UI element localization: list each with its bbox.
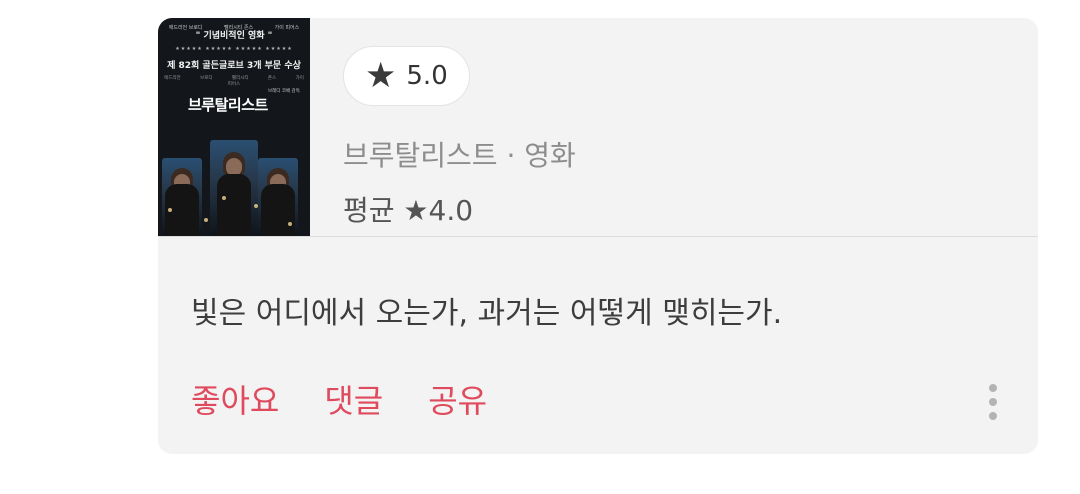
poster-figure-center	[210, 140, 258, 236]
movie-poster[interactable]: 애드리언 브로디 펠리시티 존스 가이 피어스 " 기념비적인 영화 " ★★★…	[158, 18, 310, 236]
poster-title: 브루탈리스트	[188, 96, 268, 114]
my-rating-badge[interactable]: ★ 5.0	[343, 46, 470, 106]
poster-figure-right	[258, 158, 298, 236]
like-button[interactable]: 좋아요	[191, 376, 279, 422]
share-button[interactable]: 공유	[428, 376, 487, 422]
poster-award: 제 82회 골든글로브 3개 부문 수상	[167, 61, 301, 71]
rating-value: 5.0	[406, 61, 448, 91]
poster-figure-left	[162, 158, 202, 236]
comment-button[interactable]: 댓글	[324, 376, 383, 422]
poster-tagline: " 기념비적인 영화 "	[195, 31, 273, 41]
star-icon: ★	[365, 55, 397, 96]
divider	[158, 236, 1038, 237]
content-title[interactable]: 브루탈리스트 · 영화	[343, 134, 576, 174]
poster-cast-line: 애드리언 브로디 펠리시티 존스 가이 피어스	[164, 76, 304, 87]
average-rating: 평균 ★4.0	[343, 194, 474, 227]
poster-stars: ★★★★★ ★★★★★ ★★★★★ ★★★★★	[175, 46, 293, 52]
action-bar: 좋아요 댓글 공유	[191, 376, 532, 422]
review-card: 애드리언 브로디 펠리시티 존스 가이 피어스 " 기념비적인 영화 " ★★★…	[158, 18, 1038, 454]
more-vertical-icon[interactable]	[986, 384, 1000, 428]
review-text: 빛은 어디에서 오는가, 과거는 어떻게 맺히는가.	[191, 296, 783, 331]
